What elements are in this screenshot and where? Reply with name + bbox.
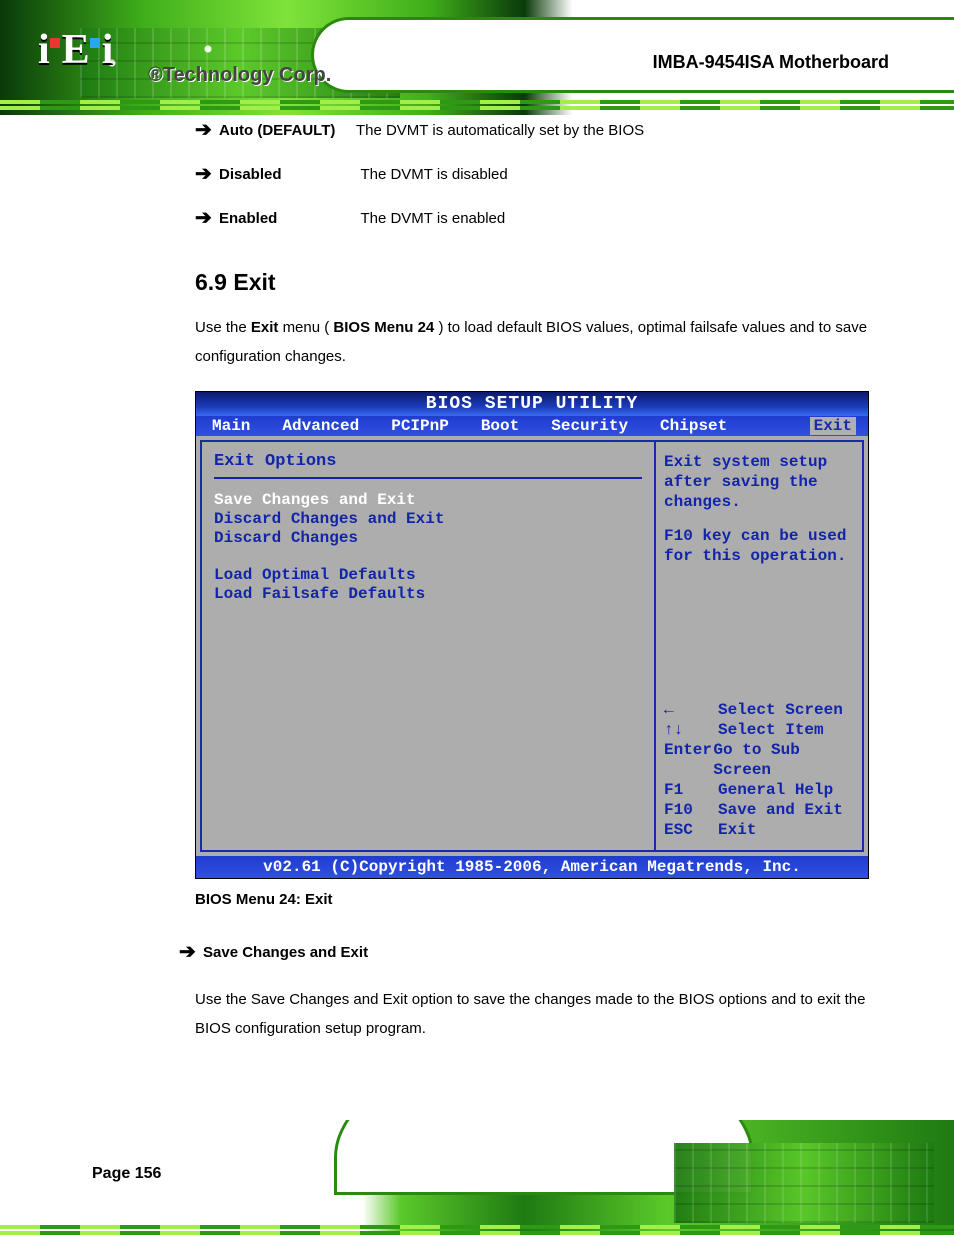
key-desc: Select Screen bbox=[718, 700, 843, 720]
option-name: Disabled bbox=[219, 166, 282, 183]
divider bbox=[214, 477, 642, 479]
option-desc: The DVMT is disabled bbox=[360, 166, 507, 183]
footer-stripe bbox=[0, 1225, 954, 1229]
subsection-paragraph: Use the Save Changes and Exit option to … bbox=[195, 986, 869, 1043]
para-text: menu ( bbox=[283, 319, 330, 336]
footer-banner: Page 156 bbox=[0, 1120, 954, 1235]
bios-option-save-exit[interactable]: Save Changes and Exit bbox=[214, 491, 642, 509]
bios-footer: v02.61 (C)Copyright 1985-2006, American … bbox=[196, 856, 868, 878]
bios-right-pane: Exit system setup after saving the chang… bbox=[654, 440, 864, 852]
arrow-right-icon: ➔ bbox=[195, 208, 219, 228]
bios-tab-pcipnp[interactable]: PCIPnP bbox=[375, 417, 465, 435]
bios-menu-bar: Main Advanced PCIPnP Boot Security Chips… bbox=[196, 416, 868, 436]
section-heading: 6.9 Exit bbox=[195, 269, 869, 296]
bios-title: BIOS SETUP UTILITY bbox=[196, 392, 868, 416]
bios-body: Exit Options Save Changes and Exit Disca… bbox=[196, 436, 868, 856]
arrow-right-icon: ➔ bbox=[195, 120, 219, 140]
bios-pane-heading: Exit Options bbox=[214, 452, 642, 471]
subsection-row: ➔ Save Changes and Exit bbox=[179, 942, 869, 964]
bios-option-discard-exit[interactable]: Discard Changes and Exit bbox=[214, 510, 642, 528]
figure-caption: BIOS Menu 24: Exit bbox=[195, 891, 869, 908]
header-banner: i E i ®Technology Corp. IMBA-9454ISA Mot… bbox=[0, 0, 954, 115]
option-name: Enabled bbox=[219, 210, 277, 227]
product-title: IMBA-9454ISA Motherboard bbox=[653, 52, 889, 73]
bios-option-load-optimal[interactable]: Load Optimal Defaults bbox=[214, 566, 642, 584]
bios-screenshot: BIOS SETUP UTILITY Main Advanced PCIPnP … bbox=[195, 391, 869, 879]
bios-tab-exit[interactable]: Exit bbox=[810, 417, 856, 435]
option-desc: The DVMT is enabled bbox=[360, 210, 505, 227]
footer-stripe bbox=[0, 1231, 954, 1235]
key-desc: Go to Sub Screen bbox=[713, 740, 854, 780]
option-desc: The DVMT is automatically set by the BIO… bbox=[356, 122, 644, 139]
bios-tab-chipset[interactable]: Chipset bbox=[644, 417, 743, 435]
header-stripe bbox=[0, 106, 954, 110]
page-content: ➔ Auto (DEFAULT) The DVMT is automatical… bbox=[195, 120, 869, 1063]
key-name: Enter bbox=[664, 740, 713, 780]
bios-help-line: F10 key can be used for this operation. bbox=[664, 526, 854, 566]
header-stripe bbox=[0, 100, 954, 104]
section-title: Exit bbox=[233, 269, 275, 295]
brand-suffix: ®Technology Corp. bbox=[148, 64, 331, 87]
option-name: Auto (DEFAULT) bbox=[219, 122, 335, 139]
section-number: 6.9 bbox=[195, 269, 227, 295]
bios-help-line: Exit system setup after saving the chang… bbox=[664, 452, 854, 512]
subsection-title: Save Changes and Exit bbox=[203, 944, 368, 961]
key-name: ↑↓ bbox=[664, 720, 718, 740]
arrow-right-icon: ➔ bbox=[195, 164, 219, 184]
menu-name: Exit bbox=[251, 319, 279, 336]
key-name: F10 bbox=[664, 800, 718, 820]
page-number: Page 156 bbox=[92, 1165, 161, 1183]
pcb-decor-bottom bbox=[674, 1143, 934, 1223]
figure-ref: BIOS Menu 24 bbox=[333, 319, 434, 336]
bios-left-pane: Exit Options Save Changes and Exit Disca… bbox=[200, 440, 654, 852]
bios-tab-main[interactable]: Main bbox=[196, 417, 266, 435]
bios-key-legend: ←Select Screen ↑↓Select Item EnterGo to … bbox=[664, 700, 854, 840]
logo-letter: i bbox=[38, 26, 48, 74]
key-desc: General Help bbox=[718, 780, 833, 800]
bios-tab-security[interactable]: Security bbox=[535, 417, 644, 435]
logo-letter: E bbox=[62, 26, 88, 74]
bios-option-load-failsafe[interactable]: Load Failsafe Defaults bbox=[214, 585, 642, 603]
option-row: ➔ Auto (DEFAULT) The DVMT is automatical… bbox=[195, 120, 869, 142]
section-paragraph: Use the Exit menu ( BIOS Menu 24 ) to lo… bbox=[195, 314, 869, 371]
key-name: ESC bbox=[664, 820, 718, 840]
arrow-right-icon: ➔ bbox=[179, 942, 203, 962]
key-desc: Select Item bbox=[718, 720, 824, 740]
bios-help-text: Exit system setup after saving the chang… bbox=[664, 452, 854, 580]
brand-logo: i E i ®Technology Corp. bbox=[38, 26, 111, 74]
option-row: ➔ Disabled The DVMT is disabled bbox=[195, 164, 869, 186]
para-text: Use the bbox=[195, 319, 251, 336]
logo-dot-blue-icon bbox=[90, 38, 100, 48]
key-name: ← bbox=[664, 700, 718, 720]
bios-tab-boot[interactable]: Boot bbox=[465, 417, 535, 435]
key-desc: Save and Exit bbox=[718, 800, 843, 820]
option-row: ➔ Enabled The DVMT is enabled bbox=[195, 208, 869, 230]
bios-option-discard[interactable]: Discard Changes bbox=[214, 529, 642, 547]
key-desc: Exit bbox=[718, 820, 756, 840]
logo-letter: i bbox=[102, 26, 112, 74]
logo-dot-red-icon bbox=[50, 38, 60, 48]
key-name: F1 bbox=[664, 780, 718, 800]
bios-tab-advanced[interactable]: Advanced bbox=[266, 417, 375, 435]
